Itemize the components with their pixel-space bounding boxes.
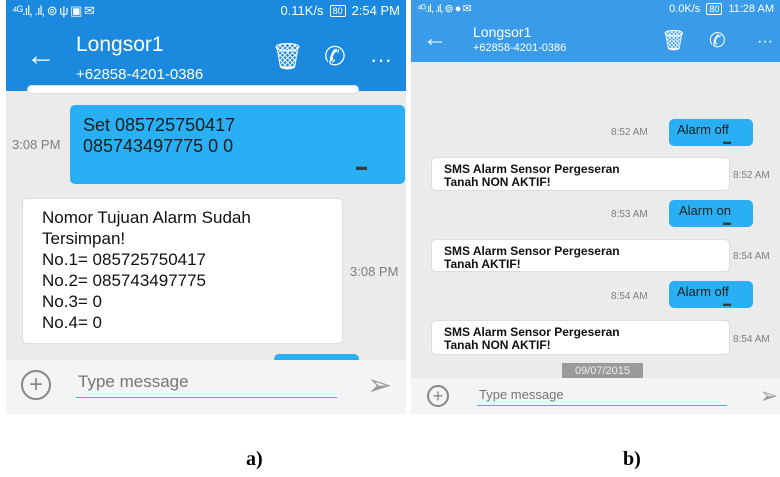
message-time: 8:54 AM [611,291,648,302]
back-arrow-icon[interactable]: ← [26,41,56,71]
send-icon[interactable]: ➢ [760,383,778,409]
sms-indicator-icon [723,218,731,227]
incoming-message[interactable]: SMS Alarm Sensor Pergeseran Tanah NON AK… [431,157,730,191]
phone-call-icon[interactable]: ✆ [709,28,726,53]
battery-icon: 80 [706,2,723,15]
outgoing-message[interactable]: Alarm off [669,119,753,146]
contact-name[interactable]: Longsor1 [76,33,164,57]
message-text: Alarm on [679,203,732,218]
network-speed: 0.11K/s [280,3,324,18]
sms-indicator-icon [356,157,367,178]
incoming-message[interactable]: Nomor Tujuan Alarm Sudah Tersimpan! No.1… [22,198,343,344]
message-line: 085743497775 0 0 [83,136,234,156]
send-icon[interactable]: ➢ [367,368,392,403]
caption-a: a) [246,448,263,470]
message-line: Tanah NON AKTIF! [444,175,551,189]
message-line: Tersimpan! [42,229,126,248]
conversation-header: ← Longsor1 +62858-4201-0386 🗑 ✆ ··· [6,21,406,91]
incoming-message[interactable]: SMS Alarm Sensor Pergeseran Tanah AKTIF! [431,239,730,272]
contact-number: +62858-4201-0386 [473,42,567,54]
screenshot-panel-a: ⁴ᴳ.ıl, .ıl, ⊚ ψ ▣ ✉ 0.11K/s 80 2:54 PM ←… [6,0,406,414]
message-list[interactable]: 3:08 PM Set 085725750417 085743497775 0 … [6,85,406,364]
compose-bar: + ➢ [411,378,780,414]
clock: 2:54 PM [351,3,400,18]
status-bar: ⁴ᴳ.ıl, .ıl, ⊚ ψ ▣ ✉ 0.11K/s 80 2:54 PM [6,0,406,21]
message-line: No.4= 0 [42,313,103,332]
message-line: No.2= 085743497775 [42,271,207,290]
incoming-message[interactable]: SMS Alarm Sensor Pergeseran Tanah NON AK… [431,320,730,355]
network-speed: 0.0K/s [669,2,701,15]
message-line: Set 085725750417 [83,115,236,135]
message-input[interactable] [76,367,337,398]
message-line: Tanah AKTIF! [444,257,521,271]
more-options-icon[interactable]: ··· [757,33,773,51]
signal-icons: ⁴ᴳ.ıl, .ıl, ⊚ ψ ▣ ✉ [12,2,95,18]
compose-bar: + ➢ [6,360,406,414]
message-time: 8:52 AM [733,170,770,181]
message-text: Alarm off [677,122,729,137]
trash-icon[interactable]: 🗑 [271,41,304,72]
outgoing-message[interactable]: Set 085725750417 085743497775 0 0 [70,105,405,184]
caption-b: b) [623,448,641,470]
message-line: No.3= 0 [42,292,103,311]
back-arrow-icon[interactable]: ← [423,24,447,54]
outgoing-message[interactable]: Alarm off [669,281,753,308]
date-separator: 09/07/2015 [562,363,643,379]
trash-icon[interactable]: 🗑 [661,28,686,53]
status-bar: ⁴ᴳ.ıl, .ıl, ⊚ ● ✉ 0.0K/s 80 11:28 AM [411,0,780,17]
add-attachment-icon[interactable]: + [427,385,449,407]
message-time: 8:52 AM [611,127,648,138]
message-time: 3:08 PM [12,137,61,152]
message-text: Alarm off [677,284,729,299]
message-time: 3:08 PM [350,264,399,279]
conversation-header: ← Longsor1 +62858-4201-0386 🗑 ✆ ··· [411,17,780,62]
message-bubble-partial [27,85,359,94]
add-attachment-icon[interactable]: + [21,370,51,400]
sms-indicator-icon [723,299,731,308]
message-time: 8:54 AM [733,251,770,262]
battery-icon: 80 [329,4,346,17]
screenshot-panel-b: ⁴ᴳ.ıl, .ıl, ⊚ ● ✉ 0.0K/s 80 11:28 AM ← L… [411,0,780,414]
phone-call-icon[interactable]: ✆ [324,41,346,72]
outgoing-message[interactable]: Alarm on [669,200,753,227]
sms-indicator-icon [723,137,731,146]
message-input[interactable] [477,383,727,406]
message-line: Nomor Tujuan Alarm Sudah [42,208,251,227]
message-time: 8:53 AM [611,209,648,220]
contact-number: +62858-4201-0386 [76,66,204,83]
message-line: No.1= 085725750417 [42,250,207,269]
message-list[interactable]: 8:52 AM Alarm off SMS Alarm Sensor Perge… [411,62,780,379]
message-line: Tanah NON AKTIF! [444,338,551,352]
more-options-icon[interactable]: ··· [370,47,392,73]
clock: 11:28 AM [728,2,774,15]
contact-name[interactable]: Longsor1 [473,24,531,40]
message-time: 8:54 AM [733,334,770,345]
signal-icons: ⁴ᴳ.ıl, .ıl, ⊚ ● ✉ [417,3,472,15]
